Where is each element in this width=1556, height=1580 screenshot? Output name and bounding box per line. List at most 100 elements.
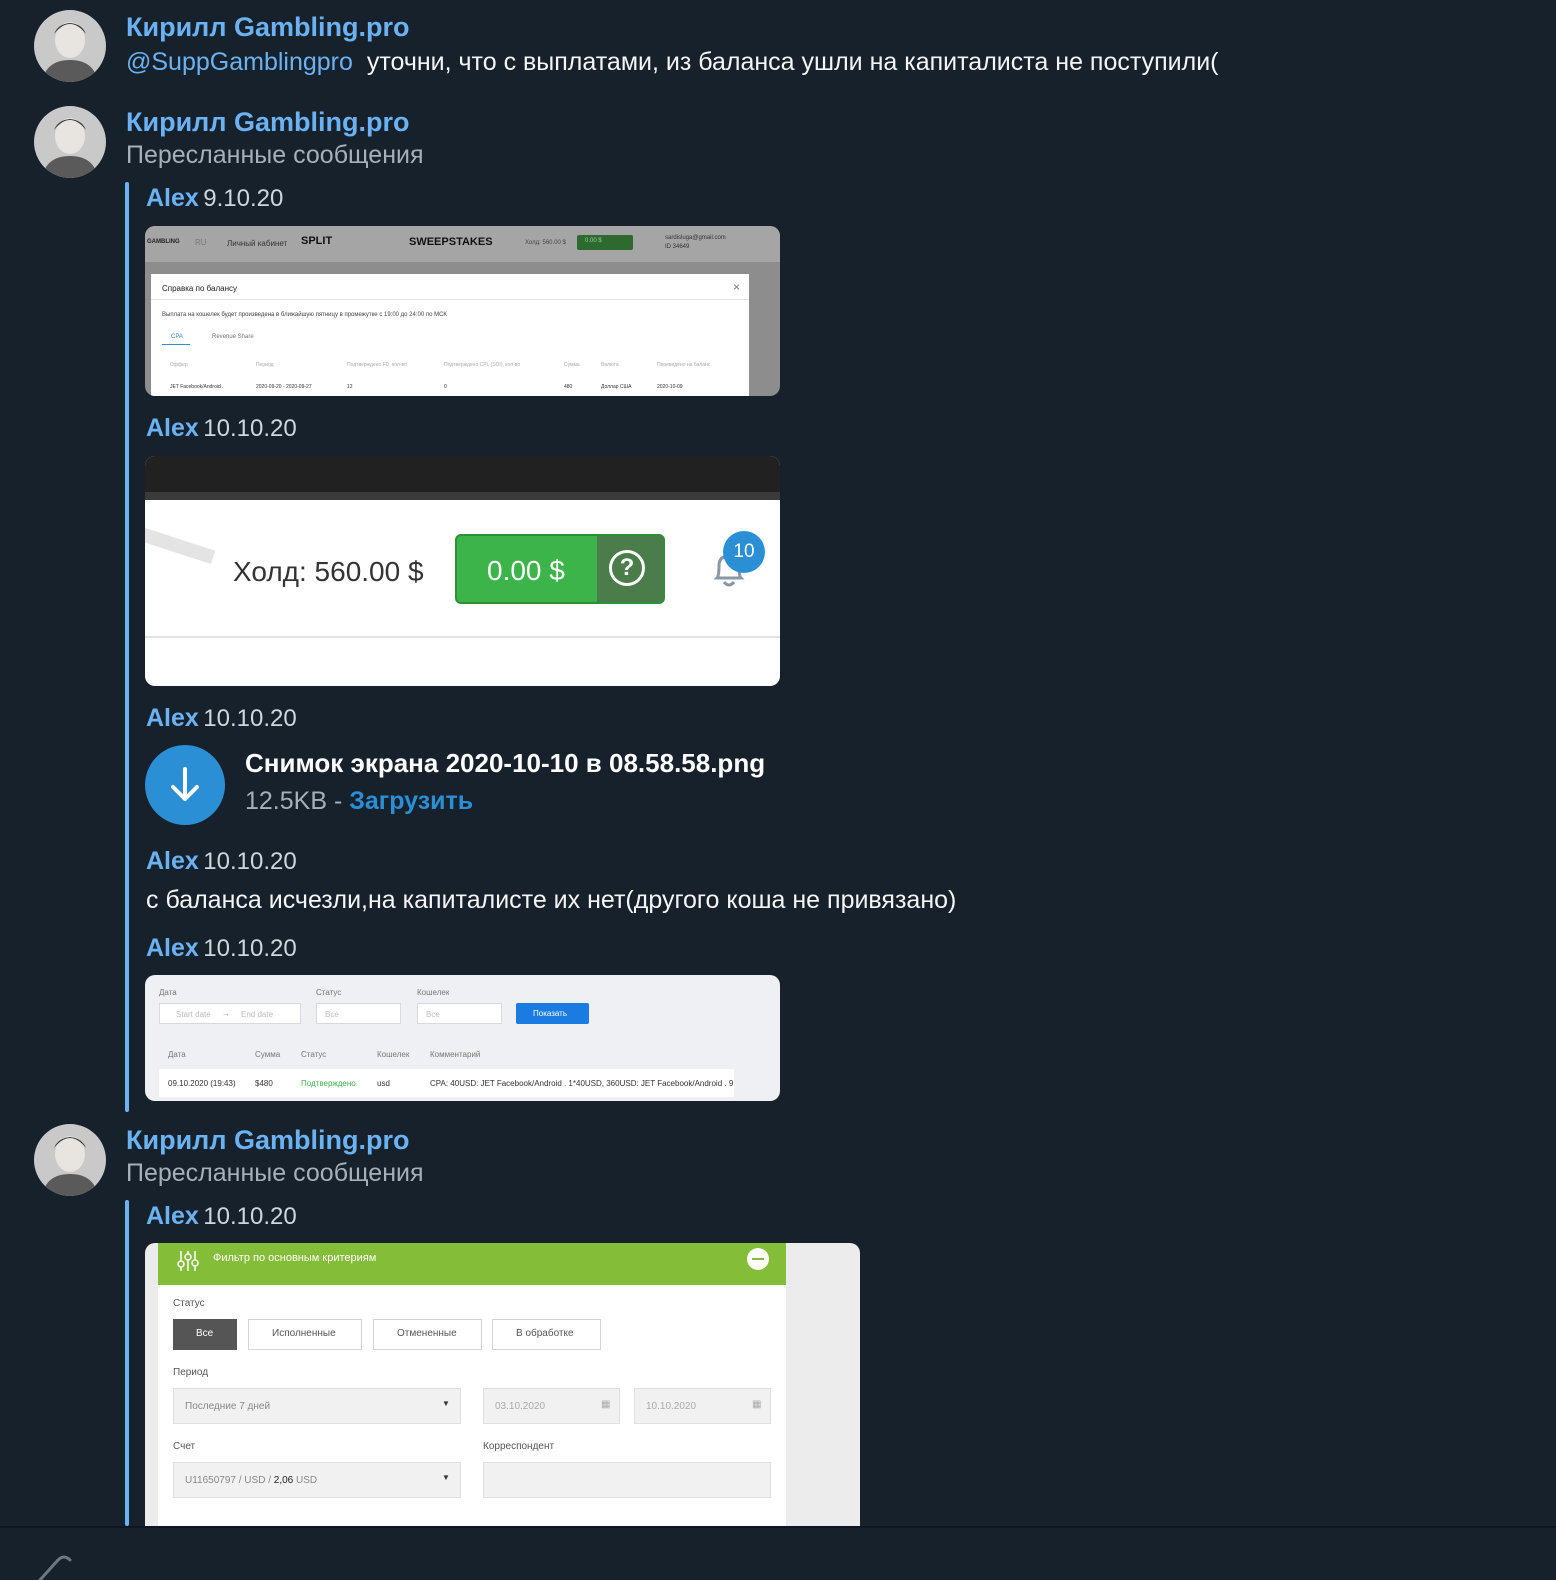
filter-label: Дата bbox=[159, 988, 177, 997]
table-cell: JET Facebook/Android . bbox=[170, 384, 224, 390]
user-email: sardisluga@gmail.com bbox=[665, 235, 726, 241]
button-label: Исполненные bbox=[272, 1328, 336, 1339]
date-from-value: 03.10.2020 bbox=[495, 1401, 546, 1412]
arrow-down-icon bbox=[171, 767, 199, 801]
account-amount: 2,06 bbox=[273, 1475, 294, 1486]
message-body: уточни, что с выплатами, из баланса ушли… bbox=[366, 48, 1219, 76]
caret-down-icon: ▼ bbox=[442, 1473, 450, 1482]
image-attachment[interactable]: Дата Статус Кошелек Start date → End dat… bbox=[145, 975, 780, 1101]
sweepstakes-logo: SWEEPSTAKES bbox=[409, 236, 493, 248]
forward-date: 10.10.20 bbox=[203, 705, 297, 732]
status-processing-button[interactable]: В обработке bbox=[492, 1319, 601, 1350]
correspondent-input[interactable] bbox=[483, 1462, 771, 1498]
forward-header: Alex 10.10.20 bbox=[146, 414, 297, 443]
filter-label: Статус bbox=[316, 988, 342, 997]
image-attachment[interactable]: GAMBLING RU Личный кабинет SPLIT SWEEPST… bbox=[145, 226, 780, 396]
image-attachment[interactable]: Фильтр по основным критериям Статус Все … bbox=[145, 1243, 860, 1528]
file-name[interactable]: Снимок экрана 2020-10-10 в 08.58.58.png bbox=[245, 748, 765, 779]
forward-bar bbox=[125, 1200, 129, 1526]
table-cell: Доллар США bbox=[601, 384, 632, 390]
user-id: ID 34649 bbox=[665, 244, 690, 250]
col-header: Статус bbox=[301, 1050, 327, 1059]
message-author[interactable]: Кирилл Gambling.pro bbox=[126, 107, 409, 138]
forward-header: Alex 9.10.20 bbox=[146, 184, 283, 213]
person-photo bbox=[34, 106, 106, 178]
collapse-icon[interactable] bbox=[747, 1248, 769, 1270]
button-label: Отмененные bbox=[397, 1328, 457, 1339]
account-number: U11650797 / USD / bbox=[185, 1475, 274, 1486]
person-photo bbox=[34, 1124, 106, 1196]
account-value: U11650797 / USD / 2,06 USD bbox=[185, 1475, 317, 1486]
col-header: Период bbox=[256, 362, 274, 368]
split-logo: SPLIT bbox=[301, 235, 333, 247]
mention-link[interactable]: @SuppGamblingpro bbox=[126, 48, 353, 76]
status-completed-button[interactable]: Исполненные bbox=[248, 1319, 362, 1350]
table-cell: 2020-10-09 bbox=[657, 384, 683, 390]
forward-date: 9.10.20 bbox=[203, 185, 284, 212]
filter-sliders-icon bbox=[177, 1251, 199, 1271]
period-label: Период bbox=[173, 1367, 209, 1378]
col-header: Подтверждено CPL (SOI), кол-во bbox=[444, 362, 521, 368]
forward-bar bbox=[125, 182, 129, 1112]
start-date[interactable]: Start date bbox=[176, 1010, 211, 1019]
composer[interactable] bbox=[0, 1528, 1556, 1580]
col-header: Переведено на баланс bbox=[657, 362, 711, 368]
balance-amount: 0.00 $ bbox=[585, 238, 602, 244]
table-cell: 09.10.2020 (19:43) bbox=[168, 1079, 236, 1088]
table-cell: CPA: 40USD: JET Facebook/Android . 1*40U… bbox=[430, 1079, 734, 1088]
status-all-button[interactable]: Все bbox=[173, 1319, 237, 1350]
forward-author[interactable]: Alex bbox=[146, 704, 199, 732]
account-currency: USD bbox=[293, 1475, 318, 1486]
date-from-field[interactable]: 03.10.2020 ▦ bbox=[483, 1388, 620, 1424]
col-header: Сумма bbox=[564, 362, 580, 368]
table-cell: 480 bbox=[564, 384, 573, 390]
avatar[interactable] bbox=[34, 10, 106, 82]
forward-author[interactable]: Alex bbox=[146, 414, 199, 442]
forward-text: с баланса исчезли,на капиталисте их нет(… bbox=[146, 886, 957, 914]
range-arrow: → bbox=[222, 1009, 230, 1018]
forwarded-label: Пересланные сообщения bbox=[126, 141, 424, 169]
col-header: Оффер bbox=[170, 362, 188, 368]
button-label: В обработке bbox=[516, 1328, 574, 1339]
forward-header: Alex 10.10.20 bbox=[146, 847, 297, 876]
status-cancelled-button[interactable]: Отмененные bbox=[373, 1319, 482, 1350]
forward-date: 10.10.20 bbox=[203, 848, 297, 875]
account-select[interactable]: U11650797 / USD / 2,06 USD ▼ bbox=[173, 1462, 461, 1498]
forwarded-label: Пересланные сообщения bbox=[126, 1159, 424, 1187]
balance-amount: 0.00 $ bbox=[487, 555, 565, 586]
end-date[interactable]: End date bbox=[241, 1010, 273, 1019]
forward-author[interactable]: Alex bbox=[146, 847, 199, 875]
tab-revenue-share[interactable]: Revenue Share bbox=[212, 334, 254, 340]
cabinet-link: Личный кабинет bbox=[227, 239, 288, 248]
avatar[interactable] bbox=[34, 1124, 106, 1196]
table-cell: 12 bbox=[347, 384, 353, 390]
filter-title: Фильтр по основным критериям bbox=[213, 1252, 377, 1264]
attach-icon[interactable] bbox=[34, 1550, 74, 1580]
message-author[interactable]: Кирилл Gambling.pro bbox=[126, 1125, 409, 1156]
forward-author[interactable]: Alex bbox=[146, 934, 199, 962]
show-button[interactable]: Показать bbox=[516, 1003, 589, 1024]
image-attachment[interactable]: Холд: 560.00 $ 0.00 $ ? 10 bbox=[145, 456, 780, 686]
help-icon[interactable]: ? bbox=[609, 550, 645, 586]
wallet-select[interactable]: Все bbox=[426, 1010, 440, 1019]
col-header: Дата bbox=[168, 1050, 186, 1059]
col-header: Кошелек bbox=[377, 1050, 410, 1059]
message-author[interactable]: Кирилл Gambling.pro bbox=[126, 12, 409, 43]
logo: GAMBLING bbox=[147, 239, 180, 245]
status-select[interactable]: Все bbox=[325, 1010, 339, 1019]
table-cell: usd bbox=[377, 1079, 390, 1088]
download-button[interactable] bbox=[145, 745, 225, 825]
forward-author[interactable]: Alex bbox=[146, 1202, 199, 1230]
date-to-field[interactable]: 10.10.2020 ▦ bbox=[634, 1388, 771, 1424]
avatar[interactable] bbox=[34, 106, 106, 178]
caret-down-icon: ▼ bbox=[442, 1399, 450, 1408]
period-select[interactable]: Последние 7 дней ▼ bbox=[173, 1388, 461, 1424]
forward-author[interactable]: Alex bbox=[146, 184, 199, 212]
tab-cpa[interactable]: CPA bbox=[171, 334, 183, 340]
table-cell: 0 bbox=[444, 384, 447, 390]
col-header: Комментарий bbox=[430, 1050, 481, 1059]
show-button-label: Показать bbox=[533, 1009, 568, 1018]
forward-header: Alex 10.10.20 bbox=[146, 704, 297, 733]
download-link[interactable]: Загрузить bbox=[349, 787, 473, 815]
close-icon[interactable]: × bbox=[733, 280, 740, 294]
